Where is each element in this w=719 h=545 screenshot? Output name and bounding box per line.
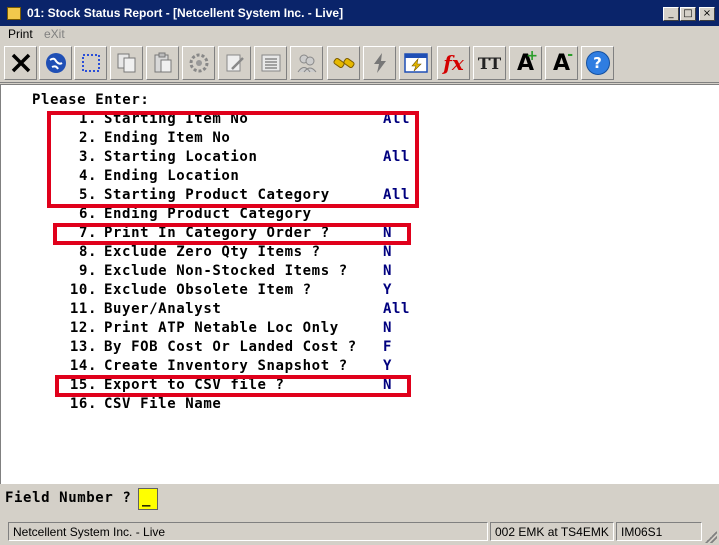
maximize-button[interactable]: □ [680,7,696,21]
help-button[interactable]: ? [581,46,614,80]
field-row[interactable]: 8. Exclude Zero Qty Items ? N [1,244,719,263]
field-number: 16. [69,396,97,412]
copy-icon [117,53,135,73]
highlight-box-field-7 [53,223,411,245]
field-number: 11. [69,301,97,317]
app-icon [7,7,21,20]
field-number: 14. [69,358,97,374]
cut-tools-button[interactable] [4,46,37,80]
field-row[interactable]: 13. By FOB Cost Or Landed Cost ? F [1,339,719,358]
field-value: All [383,301,411,317]
status-program: IM06S1 [616,522,702,541]
field-row[interactable]: 16. CSV File Name [1,396,719,415]
cut-tools-icon [11,53,30,73]
window-titlebar[interactable]: 01: Stock Status Report - [Netcellent Sy… [0,0,719,26]
field-number: 13. [69,339,97,355]
close-button[interactable]: × [699,7,715,21]
window-title: 01: Stock Status Report - [Netcellent Sy… [27,6,344,20]
report-parameter-form: Please Enter: 1. Starting Item No All 2. En… [0,84,719,484]
list-icon [261,54,280,72]
help-icon: ? [585,51,610,75]
menu-exit[interactable]: eXit [44,27,65,41]
select-box-icon [81,54,100,72]
field-value: Y [383,358,393,374]
field-value: N [383,263,393,279]
field-number: 9. [78,263,97,279]
menu-print[interactable]: Print [8,27,33,41]
form-prompt: Please Enter: [32,92,150,108]
field-row[interactable]: 9. Exclude Non-Stocked Items ? N [1,263,719,282]
field-row[interactable]: 11. Buyer/Analyst All [1,301,719,320]
list-button[interactable] [254,46,287,80]
users-button[interactable] [290,46,323,80]
highlight-box-fields-1-5 [47,111,419,208]
field-value: Y [383,282,393,298]
field-number: 8. [78,244,97,260]
minimize-button[interactable]: _ [663,7,679,21]
field-label: Print ATP Netable Loc Only [104,320,339,336]
run-window-icon [403,53,428,73]
status-company: Netcellent System Inc. - Live [8,522,488,541]
copy-button[interactable] [110,46,143,80]
field-value: N [383,320,393,336]
paste-icon [154,52,171,73]
field-label: Buyer/Analyst [104,301,222,317]
run-window-button[interactable] [399,46,432,80]
field-number-bar: Field Number ? _ [0,484,719,516]
field-label: Exclude Zero Qty Items ? [104,244,321,260]
field-number: 10. [69,282,97,298]
help-glyph: ? [593,54,602,72]
field-label: By FOB Cost Or Landed Cost ? [104,339,357,355]
field-number-label: Field Number ? [5,490,132,506]
field-label: CSV File Name [104,396,222,412]
field-label: Create Inventory Snapshot ? [104,358,348,374]
font-size-button[interactable]: TT [473,46,506,80]
edit-doc-icon [226,54,244,72]
status-session: 002 EMK at TS4EMK [490,522,614,541]
globe-button[interactable] [39,46,72,80]
field-label: Ending Product Category [104,206,312,222]
function-button[interactable]: fx [437,46,470,80]
menu-bar: Print eXit [0,26,719,43]
link-button[interactable] [327,46,360,80]
font-decrease-button[interactable]: A - [545,46,578,80]
function-icon: fx [443,51,464,75]
field-row[interactable]: 10. Exclude Obsolete Item ? Y [1,282,719,301]
field-number: 6. [78,206,97,222]
field-value: N [383,244,393,260]
plus-badge: + [526,48,538,64]
lightning-button[interactable] [363,46,396,80]
users-icon [297,54,316,73]
status-bar: Netcellent System Inc. - Live 002 EMK at… [0,519,719,545]
link-icon [332,57,355,69]
select-box-button[interactable] [74,46,107,80]
toolbar: fx TT A + A - ? [0,43,719,83]
field-label: Exclude Non-Stocked Items ? [104,263,348,279]
resize-grip-icon[interactable] [705,531,717,543]
edit-doc-button[interactable] [218,46,251,80]
paste-button[interactable] [146,46,179,80]
highlight-box-field-15 [55,375,411,397]
field-number: 12. [69,320,97,336]
globe-icon [45,53,66,73]
minus-badge: - [567,47,573,63]
lightning-icon [373,53,386,73]
settings-gear-icon [189,53,208,73]
font-increase-button[interactable]: A + [509,46,542,80]
settings-button[interactable] [182,46,215,80]
font-size-icon: TT [477,53,502,73]
field-number-input[interactable]: _ [138,488,158,510]
field-row[interactable]: 12. Print ATP Netable Loc Only N [1,320,719,339]
field-label: Exclude Obsolete Item ? [104,282,312,298]
field-value: F [383,339,393,355]
